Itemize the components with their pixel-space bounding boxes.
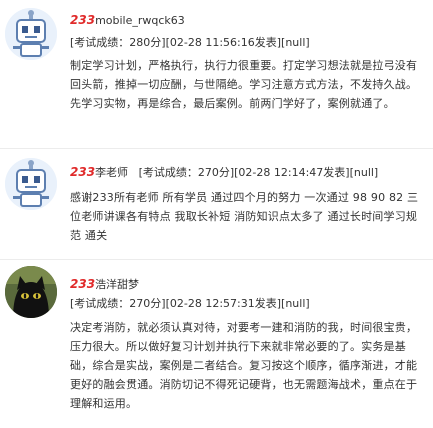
username-link[interactable]: 李老师 [95, 166, 128, 179]
post-content: 感谢233所有老师 所有学员 通过四个月的努力 一次通过 98 90 82 三位… [70, 191, 419, 242]
post-item: 233浩洋甜梦 [考试成绩：270分][02-28 12:57:31发表][nu… [0, 260, 433, 428]
post-item: 233mobile_rwqck63 [考试成绩：280分][02-28 11:5… [0, 0, 433, 150]
black-cat-avatar-icon [5, 266, 57, 318]
user-prefix: 233 [70, 165, 96, 179]
divider [0, 148, 433, 149]
score-line: [考试成绩：280分][02-28 11:56:16发表][null] [70, 36, 310, 49]
avatar[interactable] [5, 158, 57, 210]
score-line: [考试成绩：270分][02-28 12:14:47发表][null] [138, 166, 379, 179]
user-prefix: 233 [70, 277, 96, 291]
avatar[interactable] [5, 8, 57, 60]
username-link[interactable]: mobile_rwqck63 [95, 14, 185, 27]
post-item: 233李老师 [考试成绩：270分][02-28 12:14:47发表][nul… [0, 150, 433, 260]
score-line: [考试成绩：270分][02-28 12:57:31发表][null] [70, 297, 310, 310]
username-link[interactable]: 浩洋甜梦 [95, 278, 139, 291]
user-prefix: 233 [70, 13, 96, 27]
post-header: 233mobile_rwqck63 [70, 12, 185, 29]
robot-avatar-icon [5, 8, 57, 60]
post-content: 决定考消防，就必须认真对待，对要考一建和消防的我，时间很宝贵，压力很大。所以做好… [70, 321, 418, 410]
post-content: 制定学习计划，严格执行，执行力很重要。打定学习想法就是拉弓没有回头箭，推掉一切应… [70, 59, 418, 110]
avatar[interactable] [5, 266, 57, 318]
robot-avatar-icon [5, 158, 57, 210]
post-header: 233浩洋甜梦 [70, 276, 139, 293]
post-header: 233李老师 [考试成绩：270分][02-28 12:14:47发表][nul… [70, 164, 378, 181]
